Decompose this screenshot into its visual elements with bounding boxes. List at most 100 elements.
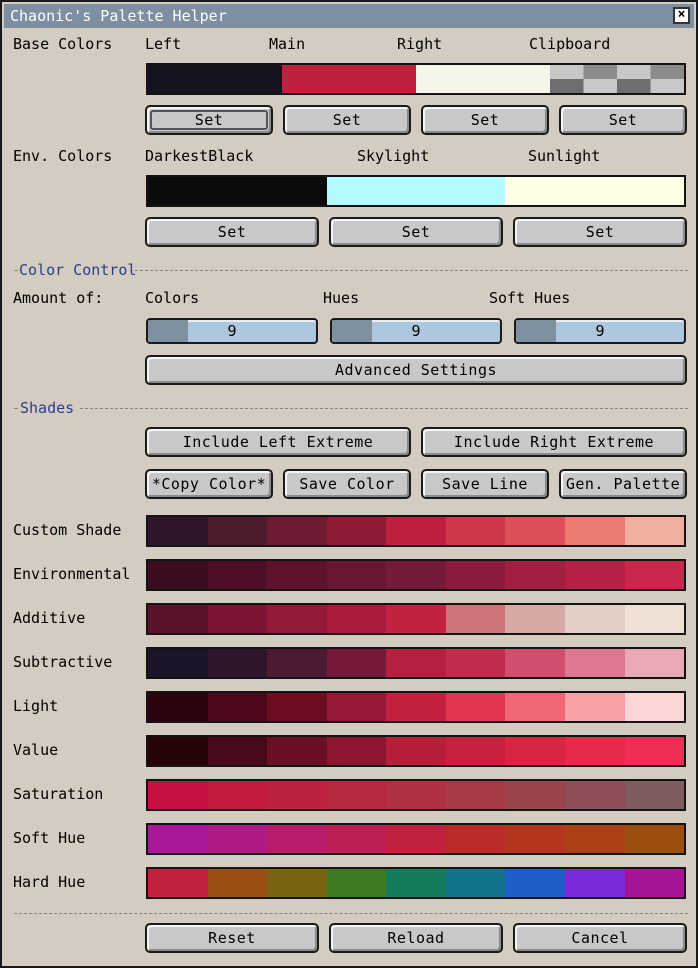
shade-swatch[interactable] xyxy=(267,649,327,677)
shade-swatch[interactable] xyxy=(386,605,446,633)
shade-swatch[interactable] xyxy=(207,693,268,721)
shade-swatch[interactable] xyxy=(386,561,446,589)
shade-swatch[interactable] xyxy=(445,561,506,589)
shade-swatch[interactable] xyxy=(624,561,684,589)
shade-swatch[interactable] xyxy=(445,781,506,809)
shade-swatch[interactable] xyxy=(564,517,625,545)
colors-slider[interactable]: 9 xyxy=(146,318,318,344)
shade-swatch[interactable] xyxy=(505,781,565,809)
shade-swatch[interactable] xyxy=(267,869,327,897)
gen-palette-button[interactable]: Gen. Palette xyxy=(559,469,687,499)
include-left-extreme-button[interactable]: Include Left Extreme xyxy=(145,427,411,457)
shade-swatch[interactable] xyxy=(207,561,268,589)
shade-swatch[interactable] xyxy=(445,825,506,853)
base-swatch-left[interactable] xyxy=(148,65,282,93)
shade-swatch[interactable] xyxy=(386,869,446,897)
shade-swatch[interactable] xyxy=(386,781,446,809)
shade-swatch[interactable] xyxy=(505,605,565,633)
shade-swatch[interactable] xyxy=(207,649,268,677)
reset-button[interactable]: Reset xyxy=(145,923,319,953)
shade-swatch[interactable] xyxy=(207,517,268,545)
shade-swatch[interactable] xyxy=(505,869,565,897)
shade-swatch[interactable] xyxy=(624,737,684,765)
set-skylight-button[interactable]: Set xyxy=(329,217,503,247)
shade-swatch[interactable] xyxy=(624,517,684,545)
shade-swatch[interactable] xyxy=(326,693,387,721)
base-swatch-clipboard[interactable] xyxy=(550,65,684,93)
reload-button[interactable]: Reload xyxy=(329,923,503,953)
shade-swatch[interactable] xyxy=(624,693,684,721)
shade-swatch[interactable] xyxy=(207,737,268,765)
shade-swatch[interactable] xyxy=(564,825,625,853)
shade-swatch[interactable] xyxy=(267,781,327,809)
shade-swatch[interactable] xyxy=(445,517,506,545)
env-swatch-darkest[interactable] xyxy=(148,177,327,205)
shade-swatch[interactable] xyxy=(267,693,327,721)
shade-swatch[interactable] xyxy=(326,869,387,897)
shade-swatch[interactable] xyxy=(624,825,684,853)
shade-swatch[interactable] xyxy=(267,737,327,765)
shade-swatch[interactable] xyxy=(148,517,208,545)
close-icon[interactable]: × xyxy=(673,7,690,24)
base-swatch-main[interactable] xyxy=(282,65,416,93)
shade-swatch[interactable] xyxy=(505,693,565,721)
set-main-button[interactable]: Set xyxy=(283,105,411,135)
shade-swatch[interactable] xyxy=(267,517,327,545)
shade-swatch[interactable] xyxy=(564,737,625,765)
shade-swatch[interactable] xyxy=(505,517,565,545)
shade-swatch[interactable] xyxy=(505,737,565,765)
shade-swatch[interactable] xyxy=(207,869,268,897)
shade-swatch[interactable] xyxy=(267,825,327,853)
include-right-extreme-button[interactable]: Include Right Extreme xyxy=(421,427,687,457)
shade-swatch[interactable] xyxy=(505,825,565,853)
shade-swatch[interactable] xyxy=(148,561,208,589)
shade-swatch[interactable] xyxy=(564,781,625,809)
shade-swatch[interactable] xyxy=(624,649,684,677)
save-line-button[interactable]: Save Line xyxy=(421,469,549,499)
shade-swatch[interactable] xyxy=(386,737,446,765)
shade-swatch[interactable] xyxy=(564,649,625,677)
shade-swatch[interactable] xyxy=(148,781,208,809)
set-left-button[interactable]: Set xyxy=(145,105,273,135)
shade-swatch[interactable] xyxy=(564,869,625,897)
shade-swatch[interactable] xyxy=(148,605,208,633)
base-swatch-right[interactable] xyxy=(416,65,550,93)
hues-slider[interactable]: 9 xyxy=(330,318,502,344)
shade-swatch[interactable] xyxy=(386,693,446,721)
shade-swatch[interactable] xyxy=(148,737,208,765)
shade-swatch[interactable] xyxy=(624,605,684,633)
shade-swatch[interactable] xyxy=(326,737,387,765)
shade-swatch[interactable] xyxy=(207,825,268,853)
save-color-button[interactable]: Save Color xyxy=(283,469,411,499)
shade-swatch[interactable] xyxy=(445,693,506,721)
shade-swatch[interactable] xyxy=(207,605,268,633)
shade-swatch[interactable] xyxy=(326,781,387,809)
shade-swatch[interactable] xyxy=(148,649,208,677)
title-bar[interactable]: Chaonic's Palette Helper × xyxy=(4,4,694,28)
shade-swatch[interactable] xyxy=(624,781,684,809)
shade-swatch[interactable] xyxy=(445,869,506,897)
copy-color-button[interactable]: *Copy Color* xyxy=(145,469,273,499)
shade-swatch[interactable] xyxy=(564,605,625,633)
shade-swatch[interactable] xyxy=(148,693,208,721)
shade-swatch[interactable] xyxy=(386,517,446,545)
soft-hues-slider[interactable]: 9 xyxy=(514,318,686,344)
shade-swatch[interactable] xyxy=(386,825,446,853)
cancel-button[interactable]: Cancel xyxy=(513,923,687,953)
shade-swatch[interactable] xyxy=(326,561,387,589)
set-darkest-button[interactable]: Set xyxy=(145,217,319,247)
shade-swatch[interactable] xyxy=(386,649,446,677)
shade-swatch[interactable] xyxy=(564,693,625,721)
shade-swatch[interactable] xyxy=(445,605,506,633)
set-clipboard-button[interactable]: Set xyxy=(559,105,687,135)
env-swatch-skylight[interactable] xyxy=(326,177,506,205)
shade-swatch[interactable] xyxy=(207,781,268,809)
shade-swatch[interactable] xyxy=(326,517,387,545)
shade-swatch[interactable] xyxy=(505,561,565,589)
shade-swatch[interactable] xyxy=(326,605,387,633)
shade-swatch[interactable] xyxy=(148,825,208,853)
shade-swatch[interactable] xyxy=(564,561,625,589)
shade-swatch[interactable] xyxy=(267,605,327,633)
shade-swatch[interactable] xyxy=(326,825,387,853)
set-sunlight-button[interactable]: Set xyxy=(513,217,687,247)
